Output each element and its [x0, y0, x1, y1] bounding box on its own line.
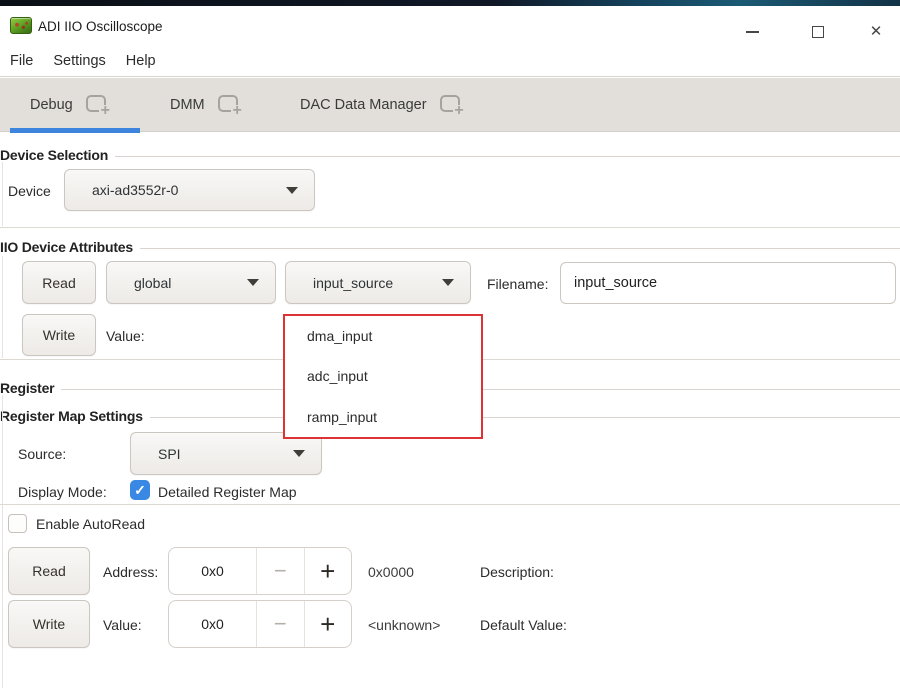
frame-border [2, 162, 3, 226]
register-read-button[interactable]: Read [8, 547, 90, 595]
address-increment-button[interactable]: + [304, 548, 351, 594]
register-value-label: Value: [103, 617, 142, 633]
address-spinner-value[interactable]: 0x0 [169, 548, 256, 594]
register-map-settings-title: Register Map Settings [0, 408, 143, 424]
titlebar: ADI IIO Oscilloscope ✕ [0, 6, 900, 45]
menu-settings[interactable]: Settings [43, 53, 115, 69]
source-dropdown-value: SPI [158, 446, 293, 462]
maximize-icon [812, 26, 824, 38]
window-title: ADI IIO Oscilloscope [38, 19, 163, 34]
attribute-write-button[interactable]: Write [22, 314, 96, 356]
default-value-label: Default Value: [480, 617, 567, 633]
value-unknown-text: <unknown> [368, 617, 440, 633]
filename-input[interactable] [560, 262, 896, 304]
enable-autoread-checkbox[interactable] [8, 514, 27, 533]
address-spinner: 0x0 − + [168, 547, 352, 595]
chevron-down-icon [442, 279, 454, 286]
detach-tab-icon[interactable]: + [218, 93, 244, 117]
description-label: Description: [480, 564, 554, 580]
attribute-read-button[interactable]: Read [22, 261, 96, 304]
display-mode-option-label: Detailed Register Map [158, 484, 297, 500]
attribute-options-popup: dma_input adc_input ramp_input [283, 314, 483, 439]
attribute-name-dropdown[interactable]: input_source [285, 261, 471, 304]
iio-attributes-header: IIO Device Attributes [0, 238, 900, 255]
tab-dmm-label: DMM [170, 97, 205, 113]
tab-dac-label: DAC Data Manager [300, 97, 427, 113]
detach-tab-icon[interactable]: + [86, 93, 112, 117]
detach-tab-icon[interactable]: + [440, 93, 466, 117]
minus-icon: − [257, 560, 303, 582]
tabbar: Debug + DMM + DAC Data Manager + [0, 78, 900, 132]
device-selection-header: Device Selection [0, 146, 900, 163]
popup-item-ramp-input[interactable]: ramp_input [285, 397, 481, 437]
device-dropdown[interactable]: axi-ad3552r-0 [64, 169, 315, 211]
app-icon [10, 17, 32, 34]
display-mode-checkbox[interactable] [130, 480, 150, 500]
popup-item-dma-input[interactable]: dma_input [285, 316, 481, 356]
address-decrement-button[interactable]: − [256, 548, 303, 594]
address-label: Address: [103, 564, 158, 580]
plus-icon: + [305, 558, 351, 584]
popup-item-adc-input[interactable]: adc_input [285, 356, 481, 396]
frame-border [2, 256, 3, 358]
chevron-down-icon [293, 450, 305, 457]
plus-icon: + [305, 611, 351, 637]
menubar: File Settings Help [0, 45, 900, 77]
active-tab-indicator [10, 128, 140, 133]
address-hex-value: 0x0000 [368, 564, 414, 580]
device-label: Device [8, 183, 51, 199]
tab-debug-label: Debug [30, 97, 73, 113]
register-write-button[interactable]: Write [8, 600, 90, 648]
value-spinner: 0x0 − + [168, 600, 352, 648]
attribute-group-value: global [134, 275, 247, 291]
register-title: Register [0, 380, 54, 396]
attribute-group-dropdown[interactable]: global [106, 261, 276, 304]
value-increment-button[interactable]: + [304, 601, 351, 647]
app-window: ADI IIO Oscilloscope ✕ File Settings Hel… [0, 0, 900, 694]
value-spinner-value[interactable]: 0x0 [169, 601, 256, 647]
device-dropdown-value: axi-ad3552r-0 [92, 182, 286, 198]
minimize-icon [746, 31, 759, 33]
close-icon: ✕ [870, 24, 883, 39]
attribute-value-label: Value: [106, 328, 145, 344]
chevron-down-icon [247, 279, 259, 286]
filename-label: Filename: [487, 276, 548, 292]
tab-debug[interactable]: Debug + [10, 78, 140, 132]
source-label: Source: [18, 446, 66, 462]
menu-file[interactable]: File [0, 53, 43, 69]
attribute-name-value: input_source [313, 275, 442, 291]
tab-dmm[interactable]: DMM + [150, 78, 268, 132]
display-mode-label: Display Mode: [18, 484, 107, 500]
menu-help[interactable]: Help [116, 53, 166, 69]
iio-attributes-title: IIO Device Attributes [0, 239, 133, 255]
tab-dac-data-manager[interactable]: DAC Data Manager + [280, 78, 488, 132]
frame-border [2, 395, 3, 688]
enable-autoread-label: Enable AutoRead [36, 516, 145, 532]
minus-icon: − [257, 613, 303, 635]
value-decrement-button[interactable]: − [256, 601, 303, 647]
device-selection-title: Device Selection [0, 147, 108, 163]
chevron-down-icon [286, 187, 298, 194]
